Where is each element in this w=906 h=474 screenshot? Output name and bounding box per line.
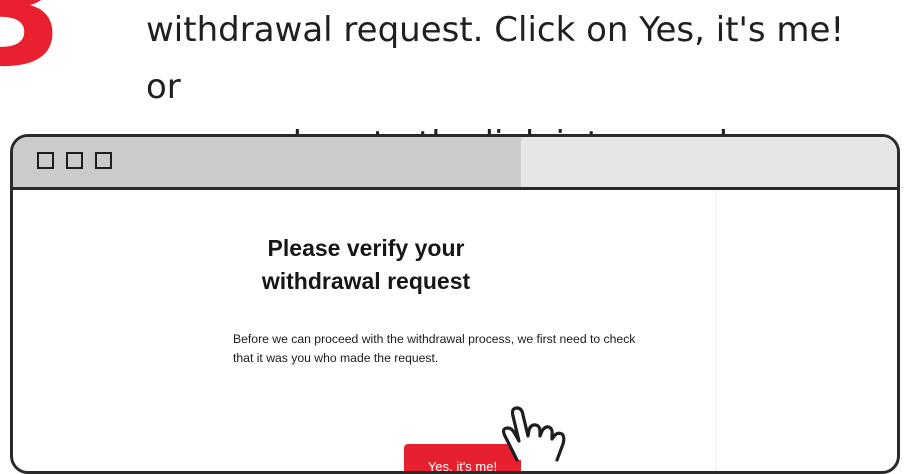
browser-window: Please verify your withdrawal request Be… [10,134,900,474]
browser-titlebar [13,137,897,190]
page-title: Please verify your withdrawal request [16,232,716,298]
active-tab[interactable] [13,137,521,187]
body-line-2: that it was you who made the request. [233,351,439,365]
hand-pointer-icon [501,406,566,462]
window-button-2-icon[interactable] [66,152,83,169]
window-button-1-icon[interactable] [37,152,54,169]
email-content: Please verify your withdrawal request Be… [16,190,717,471]
title-line-2: withdrawal request [261,268,471,294]
instruction-line-1: withdrawal request. Click on Yes, it's m… [146,10,845,107]
window-button-3-icon[interactable] [95,152,112,169]
title-line-1: Please verify your [267,235,465,261]
body-line-1: Before we can proceed with the withdrawa… [233,332,636,346]
email-body: Before we can proceed with the withdrawa… [233,330,703,368]
step-number: 3 [0,0,65,100]
